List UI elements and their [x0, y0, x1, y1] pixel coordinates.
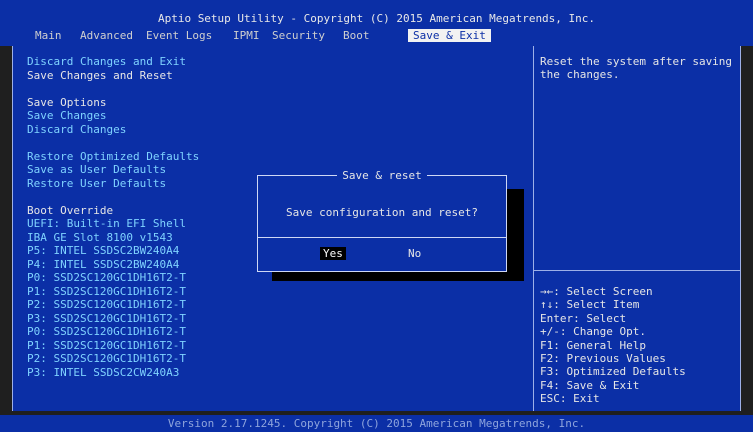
column-divider [533, 46, 534, 411]
restore-optimized-defaults[interactable]: Restore Optimized Defaults [27, 150, 199, 163]
help-text: Reset the system after saving the change… [540, 55, 733, 82]
tab-main[interactable]: Main [35, 29, 62, 42]
tab-ipmi[interactable]: IPMI [233, 29, 260, 42]
discard-changes[interactable]: Discard Changes [27, 123, 126, 136]
bios-screen: Aptio Setup Utility - Copyright (C) 2015… [0, 0, 753, 432]
boot-device[interactable]: P2: SSD2SC120GC1DH16T2-T [27, 352, 186, 365]
boot-device[interactable]: P5: INTEL SSDSC2BW240A4 [27, 244, 179, 257]
boot-device[interactable]: P3: SSD2SC120GC1DH16T2-T [27, 312, 186, 325]
tab-event-logs[interactable]: Event Logs [146, 29, 212, 42]
save-as-user-defaults[interactable]: Save as User Defaults [27, 163, 166, 176]
boot-device[interactable]: UEFI: Built-in EFI Shell [27, 217, 186, 230]
restore-user-defaults[interactable]: Restore User Defaults [27, 177, 166, 190]
key-hint: F4: Save & Exit [540, 378, 640, 392]
utility-title: Aptio Setup Utility - Copyright (C) 2015… [157, 12, 596, 25]
boot-device[interactable]: P1: SSD2SC120GC1DH16T2-T [27, 285, 186, 298]
version-footer: Version 2.17.1245. Copyright (C) 2015 Am… [167, 417, 586, 430]
boot-device[interactable]: P0: SSD2SC120GC1DH16T2-T [27, 271, 186, 284]
discard-changes-and-exit[interactable]: Discard Changes and Exit [27, 55, 186, 68]
dialog-divider [258, 237, 506, 238]
dialog-title: Save & reset [258, 169, 506, 182]
key-hint: ↑↓: Select Item [540, 298, 640, 312]
key-hint: F3: Optimized Defaults [540, 365, 686, 379]
key-hint: F1: General Help [540, 338, 646, 352]
boot-device[interactable]: P0: SSD2SC120GC1DH16T2-T [27, 325, 186, 338]
key-hint: F2: Previous Values [540, 351, 666, 365]
dialog-title-text: Save & reset [337, 169, 427, 182]
footer-bar: Version 2.17.1245. Copyright (C) 2015 Am… [0, 415, 753, 432]
key-hint: →←: Select Screen [540, 285, 653, 298]
save-changes-and-reset[interactable]: Save Changes and Reset [27, 69, 173, 82]
save-options-heading: Save Options [27, 96, 107, 109]
boot-override-heading: Boot Override [27, 204, 114, 217]
key-hint: +/-: Change Opt. [540, 325, 646, 339]
boot-device[interactable]: P4: INTEL SSDSC2BW240A4 [27, 258, 179, 271]
boot-device[interactable]: P1: SSD2SC120GC1DH16T2-T [27, 339, 186, 352]
key-legend: →←: Select Screen ↑↓: Select Item Enter:… [540, 285, 686, 406]
yes-button[interactable]: Yes [320, 247, 346, 261]
boot-device[interactable]: P2: SSD2SC120GC1DH16T2-T [27, 298, 186, 311]
boot-device[interactable]: IBA GE Slot 8100 v1543 [27, 231, 173, 244]
help-separator [533, 270, 740, 271]
key-hint: Enter: Select [540, 311, 627, 325]
tab-save-exit[interactable]: Save & Exit [408, 29, 491, 43]
boot-device[interactable]: P3: INTEL SSDSC2CW240A3 [27, 366, 179, 379]
tab-security[interactable]: Security [272, 29, 325, 42]
tab-advanced[interactable]: Advanced [80, 29, 133, 42]
save-reset-dialog: Save & reset Save configuration and rese… [257, 169, 507, 272]
header-bar: Aptio Setup Utility - Copyright (C) 2015… [0, 0, 753, 46]
save-changes[interactable]: Save Changes [27, 109, 106, 122]
tab-boot[interactable]: Boot [343, 29, 370, 42]
no-button[interactable]: No [408, 247, 421, 260]
dialog-message: Save configuration and reset? [285, 206, 479, 219]
key-hint: ESC: Exit [540, 392, 600, 406]
